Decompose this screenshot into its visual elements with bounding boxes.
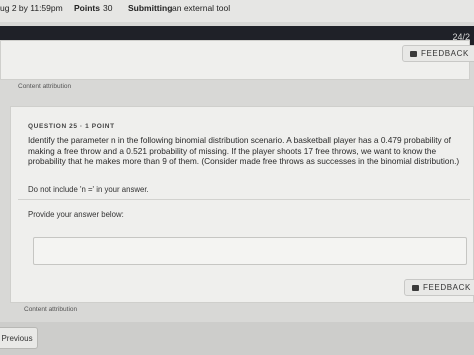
question-header: QUESTION 25 · 1 POINT — [28, 123, 115, 130]
feedback-icon — [410, 50, 417, 57]
feedback-icon — [412, 284, 419, 291]
content-attribution-top[interactable]: Content attribution — [18, 83, 71, 90]
points-label: Points — [74, 3, 100, 13]
assignment-info-bar: ug 2 by 11:59pm Points 30 Submitting an … — [0, 0, 474, 22]
submitting-value: an external tool — [172, 3, 231, 13]
previous-question-card — [0, 40, 470, 80]
due-date: ug 2 by 11:59pm — [0, 3, 63, 13]
answer-input[interactable] — [33, 237, 467, 265]
points-value: 30 — [103, 3, 113, 13]
previous-button[interactable]: Previous — [0, 327, 38, 349]
feedback-button-top[interactable]: FEEDBACK — [402, 45, 474, 62]
bottom-nav-bar — [0, 322, 474, 355]
feedback-button-bottom[interactable]: FEEDBACK — [404, 279, 474, 296]
question-note: Do not include 'n =' in your answer. — [28, 185, 149, 194]
feedback-label: FEEDBACK — [421, 49, 469, 58]
question-text: Identify the parameter n in the followin… — [28, 135, 460, 166]
answer-prompt: Provide your answer below: — [28, 210, 124, 219]
submitting-label: Submitting — [128, 3, 173, 13]
divider — [18, 199, 470, 200]
content-attribution-bottom[interactable]: Content attribution — [24, 306, 77, 313]
feedback-label: FEEDBACK — [423, 283, 471, 292]
